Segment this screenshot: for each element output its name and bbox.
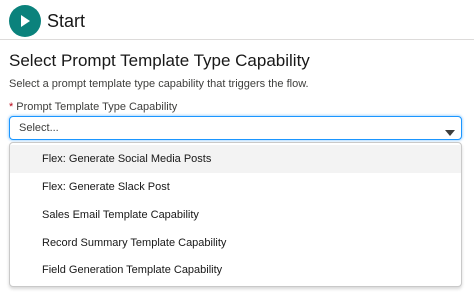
panel-header: Start <box>0 0 474 40</box>
option-item[interactable]: Flex: Generate Slack Post <box>10 173 461 201</box>
field-label: * Prompt Template Type Capability <box>9 100 177 114</box>
option-item[interactable]: Field Generation Template Capability <box>10 256 461 284</box>
start-element-config-panel: Start Select Prompt Template Type Capabi… <box>0 0 474 298</box>
option-item[interactable]: Record Summary Template Capability <box>10 229 461 257</box>
section-title: Select Prompt Template Type Capability <box>9 51 310 70</box>
options-listbox: Flex: Generate Social Media Posts Flex: … <box>9 142 462 287</box>
required-marker: * <box>9 101 14 113</box>
section-description: Select a prompt template type capability… <box>9 78 309 90</box>
prompt-template-type-combobox[interactable]: Select... <box>9 116 462 140</box>
field-label-text: Prompt Template Type Capability <box>16 101 178 113</box>
caret-down-icon[interactable] <box>445 124 455 136</box>
combobox-placeholder: Select... <box>19 122 59 134</box>
panel-title: Start <box>47 11 86 31</box>
option-item[interactable]: Flex: Generate Social Media Posts <box>10 145 461 173</box>
play-icon <box>9 5 41 37</box>
option-item[interactable]: Sales Email Template Capability <box>10 201 461 229</box>
